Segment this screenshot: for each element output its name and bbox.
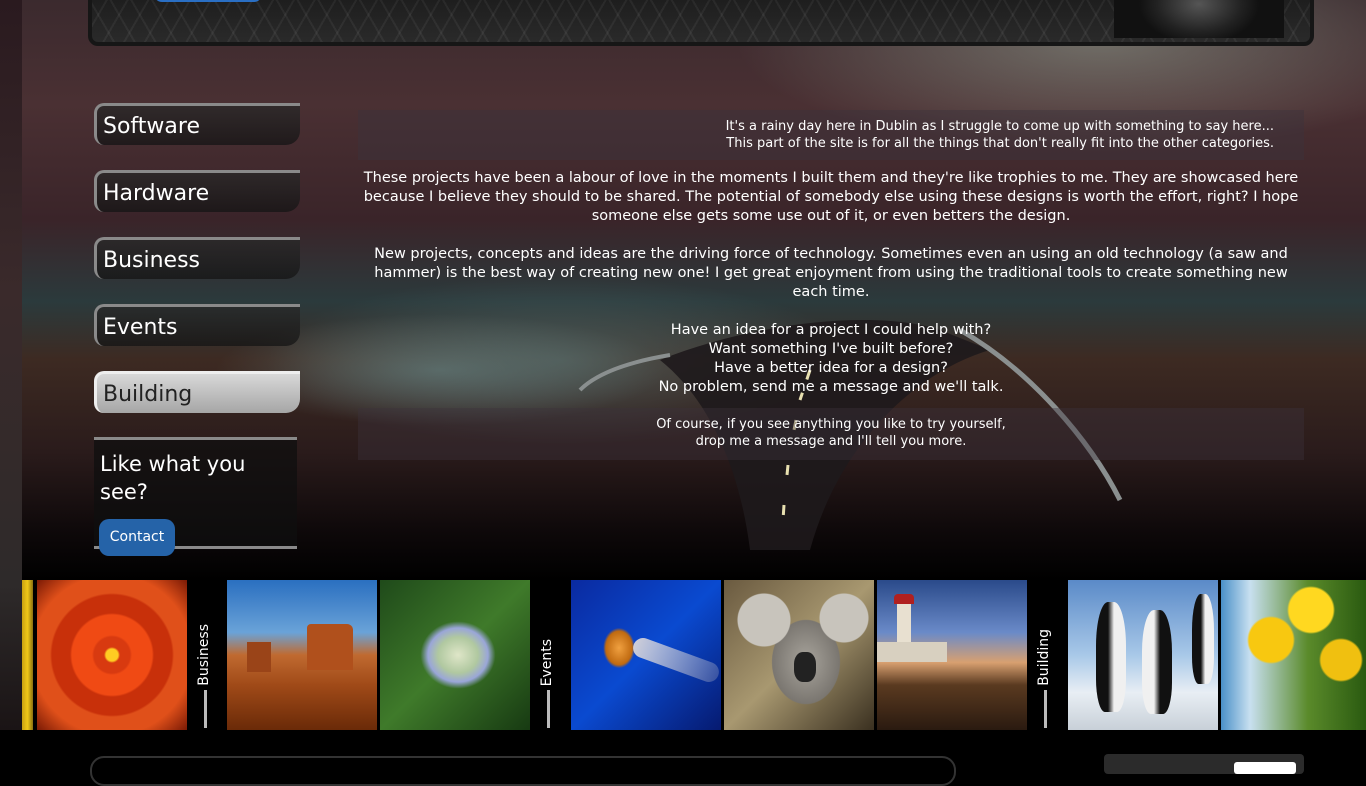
gallery-image-desert[interactable]: [227, 580, 377, 730]
gallery-strip: Business Events Building: [22, 580, 1366, 730]
profile-photo: [1114, 0, 1284, 38]
nav-item-software[interactable]: Software: [94, 103, 300, 145]
outro-line: drop me a message and I'll tell you more…: [695, 434, 967, 449]
category-label-events: Events: [539, 638, 555, 686]
body-text: These projects have been a labour of lov…: [358, 169, 1304, 397]
body-paragraph: New projects, concepts and ideas are the…: [374, 246, 1288, 300]
header-bar: [88, 0, 1314, 46]
intro-box: It's a rainy day here in Dublin as I str…: [358, 110, 1304, 160]
category-nav: Software Hardware Business Events Buildi…: [94, 103, 300, 438]
question-line: Want something I've built before?: [708, 341, 954, 357]
category-label-business: Business: [196, 624, 212, 686]
main-content: It's a rainy day here in Dublin as I str…: [358, 110, 1304, 460]
label-divider: [1044, 690, 1047, 728]
social-widget: [1104, 754, 1304, 774]
contact-callout: Like what you see? Contact: [94, 437, 297, 556]
body-paragraph: These projects have been a labour of lov…: [363, 170, 1299, 224]
gallery-image-penguins[interactable]: [1068, 580, 1218, 730]
intro-line: It's a rainy day here in Dublin as I str…: [725, 119, 1274, 134]
question-line: Have a better idea for a design?: [714, 360, 948, 376]
gallery-category-label[interactable]: Events: [533, 580, 569, 730]
label-divider: [547, 690, 550, 728]
gallery-image-tulips[interactable]: [22, 580, 33, 730]
gallery-image-tulips[interactable]: [1221, 580, 1366, 730]
gallery-image-jellyfish[interactable]: [571, 580, 721, 730]
category-label-building: Building: [1036, 629, 1052, 686]
outro-line: Of course, if you see anything you like …: [656, 417, 1006, 432]
footer-bar: [90, 756, 956, 786]
label-divider: [204, 690, 207, 728]
background-left-strip: [0, 0, 22, 730]
outro-box: Of course, if you see anything you like …: [358, 408, 1304, 460]
question-line: Have an idea for a project I could help …: [670, 322, 992, 338]
header-button[interactable]: [154, 0, 262, 2]
contact-button[interactable]: Contact: [99, 519, 175, 556]
nav-item-building[interactable]: Building: [94, 371, 300, 413]
gallery-image-lighthouse[interactable]: [877, 580, 1027, 730]
intro-line: This part of the site is for all the thi…: [726, 136, 1274, 151]
nav-item-events[interactable]: Events: [94, 304, 300, 346]
gallery-image-koala[interactable]: [724, 580, 874, 730]
gallery-category-label[interactable]: Business: [190, 580, 226, 730]
callout-title: Like what you see?: [100, 452, 246, 504]
nav-item-hardware[interactable]: Hardware: [94, 170, 300, 212]
follow-button[interactable]: [1234, 762, 1296, 774]
gallery-image-chrysanthemum[interactable]: [37, 580, 187, 730]
gallery-image-hydrangeas[interactable]: [380, 580, 530, 730]
nav-item-business[interactable]: Business: [94, 237, 300, 279]
question-line: No problem, send me a message and we'll …: [658, 379, 1004, 395]
gallery-category-label[interactable]: Building: [1030, 580, 1066, 730]
